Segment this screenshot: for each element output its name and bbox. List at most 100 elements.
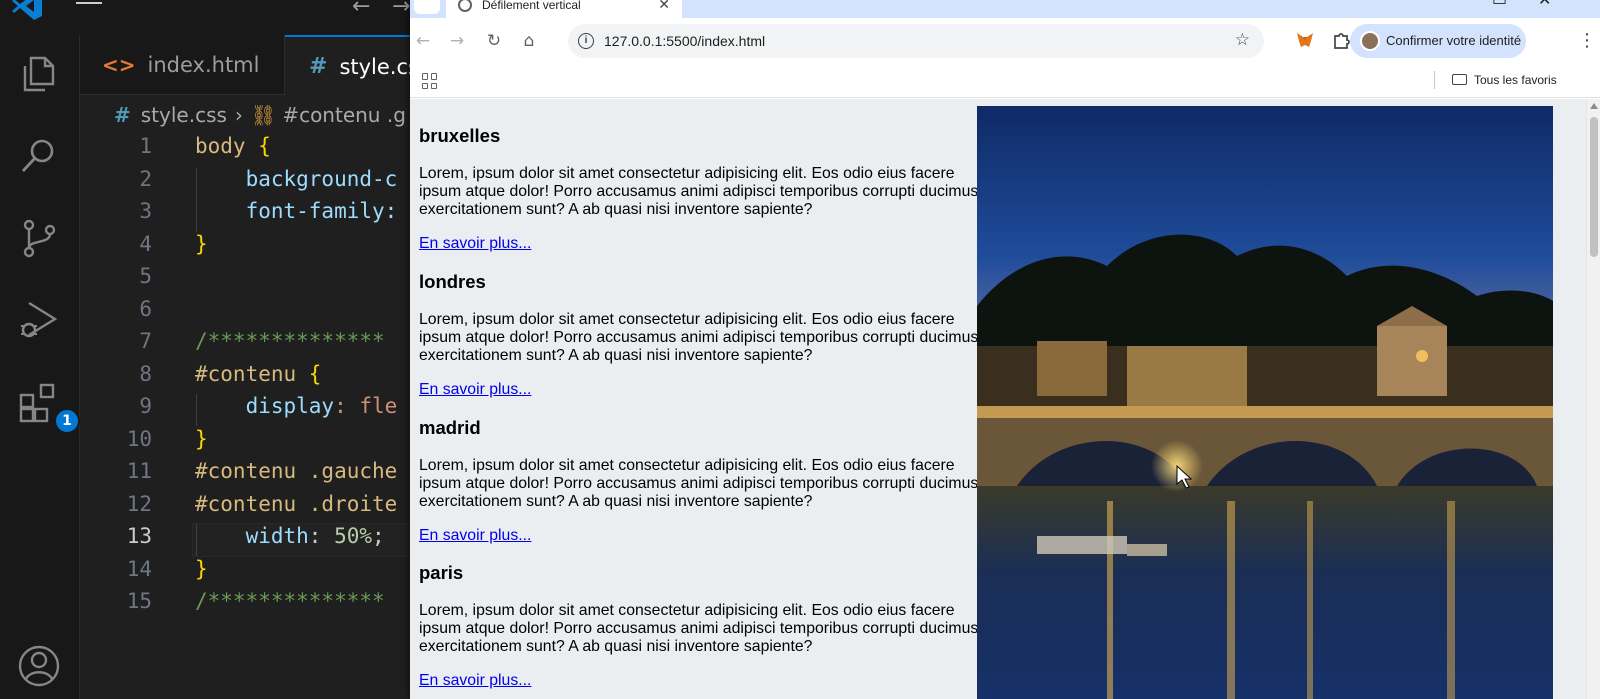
code-token: #contenu .droite (195, 491, 398, 516)
city-heading: londres (419, 271, 486, 292)
code-text: /************** (195, 329, 385, 353)
code-token: #contenu (195, 361, 309, 386)
code-line[interactable]: 14} (80, 557, 410, 589)
code-text: display: fle (195, 394, 398, 418)
code-token: : fle (334, 394, 398, 418)
more-menu-icon[interactable]: ⋮ (1578, 30, 1596, 51)
code-text: #contenu .gauche (195, 459, 397, 483)
code-text: #contenu .droite (195, 492, 397, 516)
browser-tab-active[interactable]: Défilement vertical ✕ (446, 0, 682, 18)
code-token: body (195, 134, 259, 158)
forward-button-icon[interactable]: → (446, 30, 468, 52)
code-text: font-family: (195, 199, 398, 223)
code-token: ; (372, 524, 385, 548)
activity-bar: 1 (0, 35, 80, 699)
code-line[interactable]: 9 display: fle (80, 394, 410, 426)
tab-style-css[interactable]: # style.css (285, 35, 410, 96)
code-line[interactable]: 1 body { (80, 134, 410, 166)
code-line[interactable]: 6 (80, 297, 410, 329)
city-heading: bruxelles (419, 125, 501, 146)
close-window-icon[interactable]: ✕ (1538, 0, 1551, 9)
breadcrumb-file[interactable]: style.css (141, 103, 227, 127)
line-number: 10 (126, 426, 152, 451)
tab-index-html[interactable]: <> index.html (80, 35, 285, 95)
read-more-link[interactable]: En savoir plus... (419, 672, 531, 689)
explorer-icon[interactable] (16, 51, 62, 97)
breadcrumb: # style.css › ⛓ #contenu .g (80, 96, 410, 134)
city-heading: paris (419, 562, 464, 583)
vscode-window: ← → 1 <> index.html # style.css (0, 0, 410, 699)
url-text[interactable]: 127.0.0.1:5500/index.html (604, 33, 765, 49)
code-text: } (195, 557, 208, 581)
browser-toolbar: ← → ↻ ⌂ i 127.0.0.1:5500/index.html ☆ Co… (410, 18, 1600, 64)
extensions-puzzle-icon[interactable] (1332, 30, 1352, 50)
code-line[interactable]: 8 #contenu { (80, 362, 410, 394)
code-text: width: 50%; (195, 524, 385, 548)
apps-grid-icon[interactable] (422, 73, 438, 89)
content-left-column: bruxelles Lorem, ipsum dolor sit amet con… (410, 99, 978, 699)
scroll-up-arrow-icon[interactable] (1590, 103, 1598, 109)
code-line[interactable]: 2 background-c (80, 167, 410, 199)
tab-label: style.css (339, 54, 410, 79)
browser-window: Défilement vertical ✕ ▭ ✕ ← → ↻ ⌂ i 127.… (410, 0, 1600, 699)
city-section: londres Lorem, ipsum dolor sit amet conse… (419, 271, 979, 399)
search-icon[interactable] (16, 133, 62, 179)
city-paragraph: Lorem, ipsum dolor sit amet consectetur … (419, 311, 979, 364)
line-number: 7 (139, 329, 152, 353)
tab-search-button[interactable] (414, 0, 440, 14)
code-line[interactable]: 5 (80, 264, 410, 296)
code-line[interactable]: 4} (80, 232, 410, 264)
code-text: } (195, 427, 208, 451)
profile-button[interactable]: Confirmer votre identité (1350, 24, 1526, 58)
line-number: 15 (126, 589, 152, 613)
source-control-icon[interactable] (16, 215, 62, 261)
site-info-icon[interactable]: i (578, 33, 594, 49)
read-more-link[interactable]: En savoir plus... (419, 235, 531, 252)
code-line[interactable]: 12 #contenu .droite (80, 492, 410, 524)
breadcrumb-symbol[interactable]: #contenu .g (282, 103, 406, 127)
hamburger-menu-icon[interactable] (76, 2, 106, 16)
metamask-fox-icon[interactable] (1296, 32, 1314, 48)
bookmarks-bar: Tous les favoris (410, 64, 1600, 98)
html-icon: <> (102, 53, 136, 77)
back-arrow-icon[interactable]: ← (352, 0, 370, 19)
tab-strip: Défilement vertical ✕ ▭ ✕ (410, 0, 1600, 18)
css-icon: # (309, 54, 328, 79)
read-more-link[interactable]: En savoir plus... (419, 381, 531, 398)
code-line[interactable]: 15 /************** (80, 589, 410, 621)
reload-icon[interactable]: ↻ (483, 30, 505, 52)
code-line[interactable]: 7 /************** (80, 329, 410, 361)
line-number: 2 (139, 166, 152, 191)
page-viewport[interactable]: bruxelles Lorem, ipsum dolor sit amet con… (410, 99, 1586, 699)
run-debug-icon[interactable] (16, 297, 62, 343)
bookmark-star-icon[interactable]: ☆ (1235, 30, 1250, 50)
code-text: /************** (195, 589, 385, 613)
address-bar[interactable]: i 127.0.0.1:5500/index.html ☆ (568, 24, 1264, 58)
code-text: #contenu { (195, 362, 321, 386)
all-bookmarks-button[interactable]: Tous les favoris (1452, 73, 1557, 87)
code-line[interactable]: 10} (80, 427, 410, 459)
vscode-titlebar: ← → (0, 0, 410, 35)
close-tab-icon[interactable]: ✕ (658, 0, 670, 13)
scrollbar-thumb[interactable] (1590, 117, 1598, 257)
line-number: 11 (126, 459, 152, 483)
page-scrollbar[interactable] (1586, 99, 1600, 699)
home-icon[interactable]: ⌂ (518, 30, 540, 52)
tab-label: index.html (147, 53, 260, 77)
code-line[interactable]: 11 #contenu .gauche (80, 459, 410, 491)
code-text: background-c (195, 167, 398, 191)
forward-arrow-icon[interactable]: → (392, 0, 410, 19)
extensions-icon[interactable]: 1 (16, 380, 80, 434)
line-number: 13 (126, 524, 152, 548)
css-icon: # (114, 103, 131, 127)
code-line[interactable]: 13 width: 50%; (80, 524, 410, 556)
selector-icon: ⛓ (250, 103, 277, 127)
read-more-link[interactable]: En savoir plus... (419, 527, 531, 544)
code-line[interactable]: 3 font-family: (80, 199, 410, 231)
browser-tab-title: Défilement vertical (482, 0, 581, 12)
maximize-icon[interactable]: ▭ (1492, 0, 1507, 9)
code-editor[interactable]: 1 body {2 background-c 3 font-family: 4} 5 6 7… (80, 134, 410, 699)
account-icon[interactable] (16, 643, 62, 689)
back-button-icon[interactable]: ← (412, 30, 434, 52)
avatar (1360, 31, 1380, 51)
